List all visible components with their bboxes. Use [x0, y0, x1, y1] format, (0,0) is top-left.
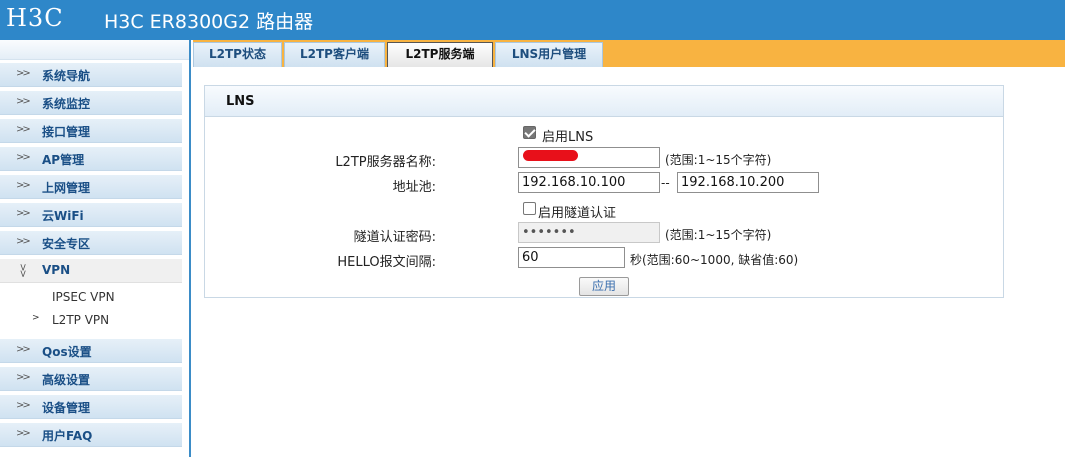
nav-item-qos[interactable]: >> Qos设置	[0, 339, 182, 363]
nav-label: 上网管理	[42, 181, 91, 195]
nav-label: 设备管理	[42, 401, 91, 415]
nav-item-internet[interactable]: >> 上网管理	[0, 175, 182, 199]
nav-item-vpn[interactable]: >> VPN	[0, 259, 182, 283]
nav-item-ap[interactable]: >> AP管理	[0, 147, 182, 171]
nav-item-faq[interactable]: >> 用户FAQ	[0, 423, 182, 447]
router-title: H3C ER8300G2 路由器	[104, 11, 314, 33]
top-header: H3C H3C ER8300G2 路由器	[0, 0, 1065, 40]
expand-arrow-icon: >>	[16, 152, 31, 163]
h3c-logo: H3C	[6, 4, 64, 32]
nav-item-system-nav[interactable]: >> 系统导航	[0, 63, 182, 87]
nav-label: 安全专区	[42, 237, 91, 251]
tab-bar: L2TP状态 L2TP客户端 L2TP服务端 LNS用户管理	[193, 40, 1065, 67]
enable-lns-checkbox[interactable]	[523, 126, 536, 139]
address-pool-label: 地址池:	[392, 180, 436, 195]
tunnel-auth-checkbox[interactable]	[523, 202, 536, 215]
hello-interval-input[interactable]	[518, 247, 625, 268]
nav-label: Qos设置	[42, 345, 92, 359]
nav-item-advanced[interactable]: >> 高级设置	[0, 367, 182, 391]
address-pool-separator: --	[661, 176, 670, 190]
tab-l2tp-status[interactable]: L2TP状态	[193, 42, 282, 67]
sidebar-top-strip	[0, 40, 189, 60]
expand-arrow-icon: >>	[16, 124, 31, 135]
tab-lns-user-management[interactable]: LNS用户管理	[495, 42, 603, 67]
selected-arrow-icon: >	[32, 313, 39, 323]
nav-label: VPN	[42, 263, 71, 277]
nav-item-cloud-wifi[interactable]: >> 云WiFi	[0, 203, 182, 227]
nav-item-device[interactable]: >> 设备管理	[0, 395, 182, 419]
address-pool-start-input[interactable]	[518, 172, 660, 193]
sidebar: >> 系统导航 >> 系统监控 >> 接口管理 >> AP管理 >> 上网管理 …	[0, 40, 191, 457]
nav-label: AP管理	[42, 153, 85, 167]
nav-label: 高级设置	[42, 373, 91, 387]
nav-item-interface[interactable]: >> 接口管理	[0, 119, 182, 143]
tunnel-password-label: 隧道认证密码:	[353, 230, 436, 245]
sub-item-label: IPSEC VPN	[52, 290, 115, 304]
expand-arrow-icon: >>	[16, 372, 31, 383]
nav-item-system-monitor[interactable]: >> 系统监控	[0, 91, 182, 115]
enable-lns-label: 启用LNS	[542, 130, 594, 145]
hello-interval-hint: 秒(范围:60~1000, 缺省值:60)	[630, 253, 799, 267]
expand-arrow-icon: >>	[16, 208, 31, 219]
redaction-mark	[523, 150, 578, 161]
expand-arrow-icon: >>	[16, 68, 31, 79]
sub-item-label: L2TP VPN	[52, 313, 110, 327]
apply-button[interactable]: 应用	[579, 277, 629, 296]
nav-label: 系统导航	[42, 69, 91, 83]
collapse-arrow-icon: >>	[16, 263, 28, 276]
server-name-label: L2TP服务器名称:	[335, 155, 436, 170]
nav-label: 用户FAQ	[42, 429, 93, 443]
hello-interval-label: HELLO报文间隔:	[337, 255, 436, 270]
tunnel-password-hint: (范围:1~15个字符)	[665, 228, 772, 242]
nav-label: 系统监控	[42, 97, 91, 111]
server-name-hint: (范围:1~15个字符)	[665, 153, 772, 167]
tunnel-password-input[interactable]	[518, 222, 660, 243]
nav-item-security[interactable]: >> 安全专区	[0, 231, 182, 255]
expand-arrow-icon: >>	[16, 96, 31, 107]
nav-label: 云WiFi	[42, 209, 84, 223]
tunnel-auth-label: 启用隧道认证	[538, 206, 617, 221]
tab-l2tp-server[interactable]: L2TP服务端	[387, 42, 493, 67]
sub-item-ipsec-vpn[interactable]: IPSEC VPN	[0, 286, 182, 308]
nav-label: 接口管理	[42, 125, 91, 139]
expand-arrow-icon: >>	[16, 236, 31, 247]
address-pool-end-input[interactable]	[677, 172, 819, 193]
expand-arrow-icon: >>	[16, 180, 31, 191]
panel-title: LNS	[226, 94, 255, 109]
expand-arrow-icon: >>	[16, 400, 31, 411]
panel-header: LNS	[205, 86, 1003, 117]
expand-arrow-icon: >>	[16, 344, 31, 355]
tab-l2tp-client[interactable]: L2TP客户端	[284, 42, 385, 67]
expand-arrow-icon: >>	[16, 428, 31, 439]
sub-item-l2tp-vpn[interactable]: > L2TP VPN	[0, 309, 182, 331]
